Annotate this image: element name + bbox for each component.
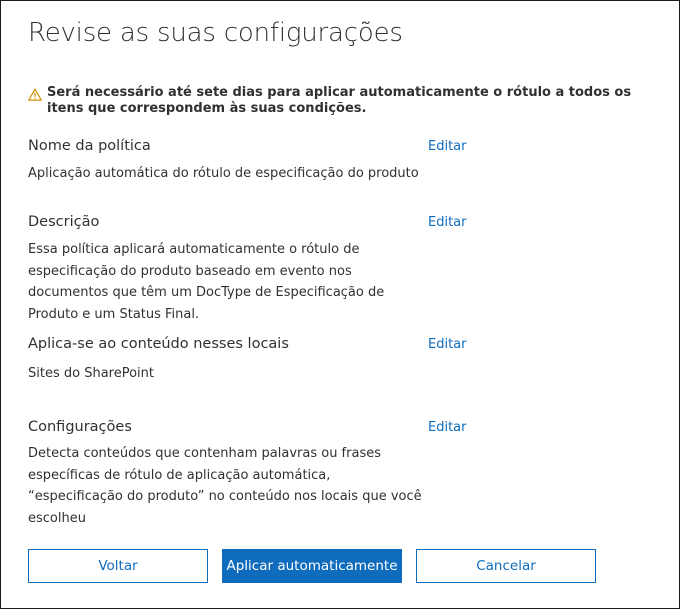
description-heading: Descrição (28, 214, 100, 230)
back-button[interactable]: Voltar (28, 549, 208, 583)
warning-icon (28, 88, 42, 101)
warning-message: Será necessário até sete dias para aplic… (47, 85, 632, 116)
page-title: Revise as suas configurações (28, 18, 403, 48)
policy-name-heading: Nome da política (28, 138, 151, 154)
locations-heading: Aplica-se ao conteúdo nesses locais (28, 336, 289, 352)
apply-automatically-button[interactable]: Aplicar automaticamente (222, 549, 402, 583)
edit-description-link[interactable]: Editar (428, 215, 467, 230)
edit-policy-name-link[interactable]: Editar (428, 139, 467, 154)
edit-settings-link[interactable]: Editar (428, 420, 467, 435)
edit-locations-link[interactable]: Editar (428, 337, 467, 352)
settings-value: Detecta conteúdos que contenham palavras… (28, 446, 422, 526)
policy-name-value: Aplicação automática do rótulo de especi… (28, 166, 419, 181)
review-settings-panel: Revise as suas configurações Será necess… (0, 0, 680, 609)
description-value: Essa política aplicará automaticamente o… (28, 242, 385, 322)
settings-heading: Configurações (28, 419, 132, 435)
cancel-button[interactable]: Cancelar (416, 549, 596, 583)
locations-value: Sites do SharePoint (28, 366, 154, 381)
